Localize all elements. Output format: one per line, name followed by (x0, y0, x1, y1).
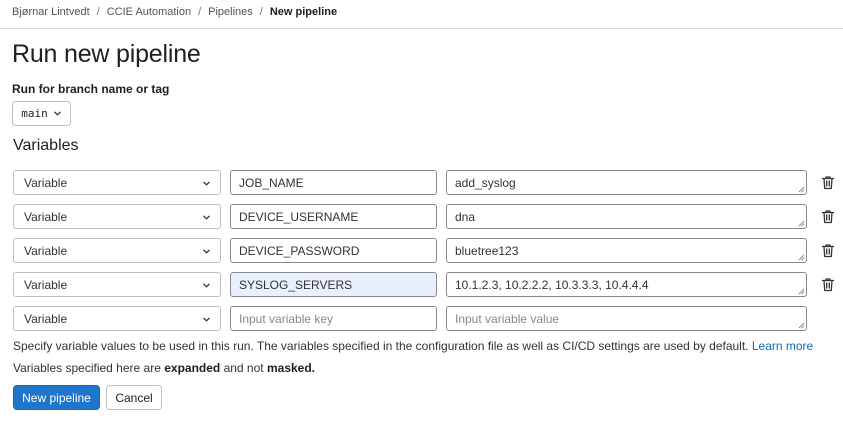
masked-period: . (311, 361, 316, 375)
header-divider (0, 28, 843, 29)
breadcrumb-item-user[interactable]: Bjørnar Lintvedt (12, 6, 90, 18)
breadcrumb-current: New pipeline (269, 6, 338, 18)
masked-label: masked (266, 361, 312, 375)
help-description: Specify variable values to be used in th… (13, 339, 749, 353)
resize-handle-icon[interactable] (798, 322, 805, 329)
variable-value-input[interactable]: add_syslog (446, 170, 807, 195)
trash-icon[interactable] (821, 277, 835, 292)
resize-handle-icon[interactable] (798, 288, 805, 295)
branch-dropdown-value: main (21, 107, 48, 120)
learn-more-link[interactable]: Learn more (752, 339, 813, 353)
variable-key-input[interactable]: SYSLOG_SERVERS (230, 272, 437, 297)
expand-prefix: Variables specified here are (13, 361, 161, 375)
variable-key-input[interactable]: JOB_NAME (230, 170, 437, 195)
trash-icon[interactable] (821, 243, 835, 258)
variable-type-value: Variable (24, 311, 68, 326)
chevron-down-icon (203, 215, 210, 220)
variable-key-input[interactable]: DEVICE_USERNAME (230, 204, 437, 229)
new-variable-row: Variable Input variable key Input variab… (13, 306, 841, 331)
variable-value-placeholder: Input variable value (455, 311, 560, 326)
variable-type-value: Variable (24, 209, 68, 224)
variable-row: Variable JOB_NAME add_syslog (13, 170, 841, 195)
variable-type-value: Variable (24, 175, 68, 190)
trash-icon[interactable] (821, 209, 835, 224)
variable-type-value: Variable (24, 277, 68, 292)
variable-row: Variable DEVICE_USERNAME dna (13, 204, 841, 229)
variable-type-select[interactable]: Variable (13, 306, 221, 331)
variable-value-text: 10.1.2.3, 10.2.2.2, 10.3.3.3, 10.4.4.4 (455, 277, 649, 292)
variable-row: Variable DEVICE_PASSWORD bluetree123 (13, 238, 841, 263)
new-pipeline-button[interactable]: New pipeline (13, 385, 100, 410)
variable-value-input[interactable]: 10.1.2.3, 10.2.2.2, 10.3.3.3, 10.4.4.4 (446, 272, 807, 297)
variables-heading: Variables (13, 137, 79, 154)
variable-value-input[interactable]: dna (446, 204, 807, 229)
new-variable-value-input[interactable]: Input variable value (446, 306, 807, 331)
resize-handle-icon[interactable] (798, 220, 805, 227)
breadcrumb-item-pipelines[interactable]: Pipelines (208, 6, 253, 18)
breadcrumb-separator: / (198, 6, 202, 18)
branch-label: Run for branch name or tag (12, 82, 170, 96)
chevron-down-icon (203, 317, 210, 322)
page-title: Run new pipeline (12, 40, 201, 68)
expanded-label: expanded (164, 361, 221, 375)
chevron-down-icon (53, 111, 61, 116)
variable-key-input[interactable]: DEVICE_PASSWORD (230, 238, 437, 263)
new-variable-key-input[interactable]: Input variable key (230, 306, 437, 331)
resize-handle-icon[interactable] (798, 186, 805, 193)
trash-icon[interactable] (821, 175, 835, 190)
chevron-down-icon (203, 249, 210, 254)
variable-type-value: Variable (24, 243, 68, 258)
variable-row: Variable SYSLOG_SERVERS 10.1.2.3, 10.2.2… (13, 272, 841, 297)
variable-value-input[interactable]: bluetree123 (446, 238, 807, 263)
breadcrumb-separator: / (96, 6, 100, 18)
variable-value-text: bluetree123 (455, 243, 519, 258)
chevron-down-icon (203, 181, 210, 186)
chevron-down-icon (203, 283, 210, 288)
branch-dropdown[interactable]: main (12, 101, 71, 126)
expand-note: Variables specified here are expanded an… (13, 361, 315, 375)
breadcrumb-separator: / (259, 6, 263, 18)
resize-handle-icon[interactable] (798, 254, 805, 261)
variable-type-select[interactable]: Variable (13, 170, 221, 195)
and-not-label: and not (223, 361, 264, 375)
variable-type-select[interactable]: Variable (13, 238, 221, 263)
breadcrumb-item-project[interactable]: CCIE Automation (107, 6, 191, 18)
cancel-button[interactable]: Cancel (106, 385, 162, 410)
variables-help-text: Specify variable values to be used in th… (13, 339, 813, 353)
variable-value-text: dna (455, 209, 476, 224)
variable-value-text: add_syslog (455, 175, 516, 190)
variable-type-select[interactable]: Variable (13, 272, 221, 297)
variable-type-select[interactable]: Variable (13, 204, 221, 229)
breadcrumb: Bjørnar Lintvedt / CCIE Automation / Pip… (12, 5, 337, 19)
